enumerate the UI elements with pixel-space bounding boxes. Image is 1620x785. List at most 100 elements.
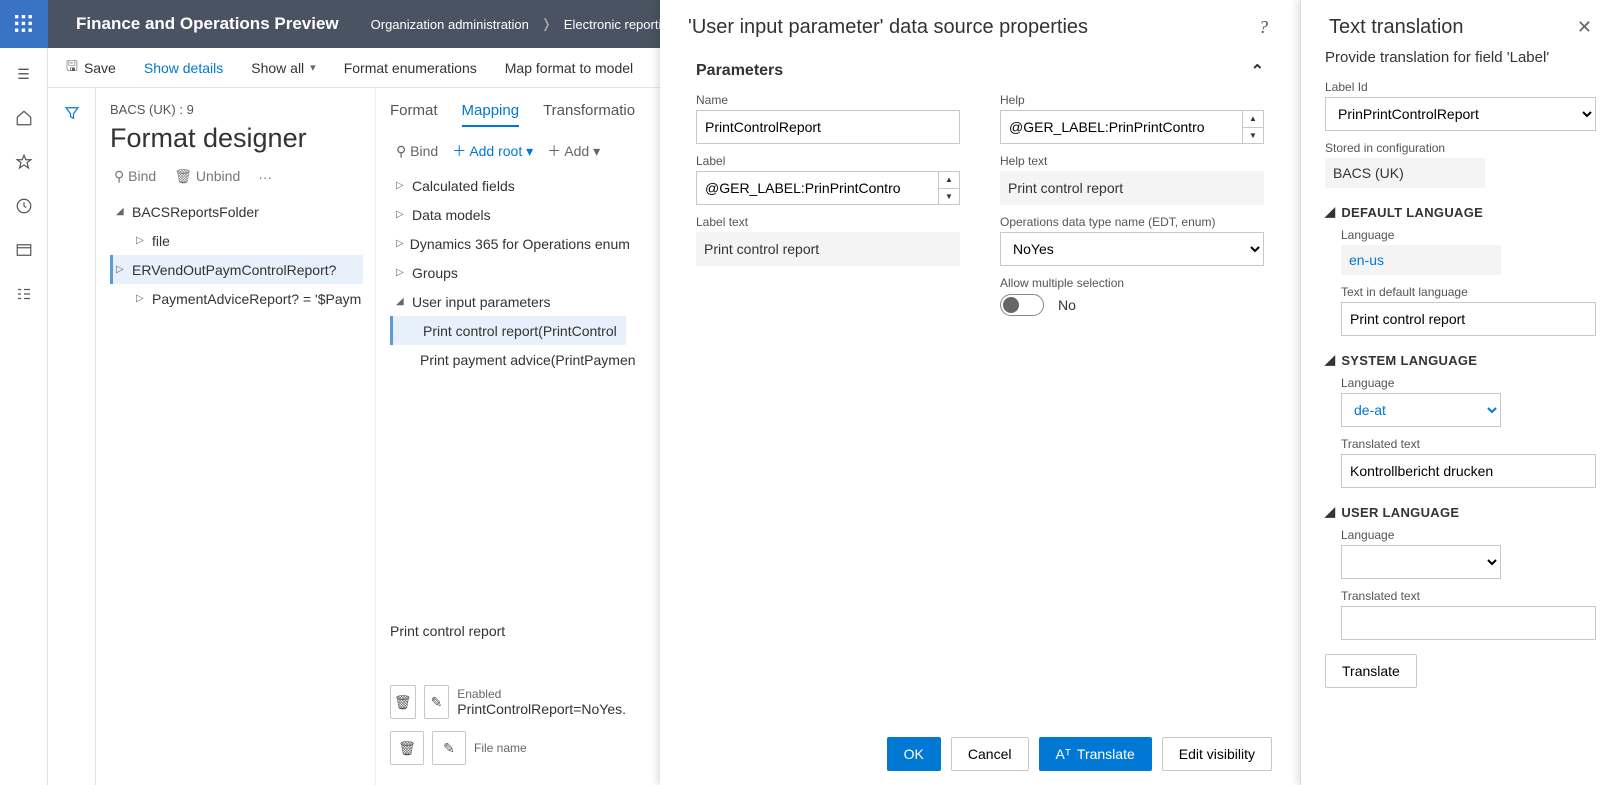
up-icon: ▲ xyxy=(1243,111,1263,128)
tree-node-selected[interactable]: ▷ERVendOutPaymControlReport? xyxy=(110,255,363,284)
user-translated-text-input[interactable] xyxy=(1341,606,1596,640)
panel-title: Text translation xyxy=(1329,16,1464,39)
recent-icon[interactable] xyxy=(14,196,34,216)
translate-button[interactable]: Translate xyxy=(1325,654,1417,688)
tree-node[interactable]: Print payment advice(PrintPaymen xyxy=(390,345,626,374)
helptext-label: Help text xyxy=(1000,154,1264,168)
expand-icon[interactable]: ▷ xyxy=(136,235,146,246)
tree-node[interactable]: ▷Groups xyxy=(390,258,626,287)
label-label: Label xyxy=(696,154,960,168)
tree-node[interactable]: ◢User input parameters xyxy=(390,287,626,316)
workspace-icon[interactable] xyxy=(14,240,34,260)
language-label: Language xyxy=(1341,376,1596,390)
filename-label: File name xyxy=(474,741,527,755)
tree-node[interactable]: ▷PaymentAdviceReport? = '$Paym xyxy=(110,284,363,313)
user-language-select[interactable] xyxy=(1341,545,1501,579)
multi-label: Allow multiple selection xyxy=(1000,276,1264,290)
group-header-default[interactable]: ◢DEFAULT LANGUAGE xyxy=(1325,204,1596,220)
opstype-label: Operations data type name (EDT, enum) xyxy=(1000,215,1264,229)
selection-label: Print control report xyxy=(390,623,626,639)
section-header[interactable]: Parameters ⌃ xyxy=(660,49,1300,93)
expand-icon[interactable]: ▷ xyxy=(136,293,146,304)
collapse-icon[interactable]: ◢ xyxy=(116,206,126,217)
stepper-buttons[interactable]: ▲▼ xyxy=(938,171,960,205)
bind-button[interactable]: ⚲ Bind xyxy=(396,143,438,160)
ok-button[interactable]: OK xyxy=(887,737,941,771)
labeltext-value: Print control report xyxy=(696,232,960,266)
translated-text-label: Translated text xyxy=(1341,437,1596,451)
more-button[interactable]: ··· xyxy=(258,169,272,185)
tab-format[interactable]: Format xyxy=(390,102,438,127)
show-details-button[interactable]: Show details xyxy=(144,60,223,76)
help-input[interactable] xyxy=(1000,110,1242,144)
opstype-select[interactable]: NoYes xyxy=(1000,232,1264,266)
translate-button[interactable]: AᵀTranslate xyxy=(1039,737,1152,771)
add-button[interactable]: ＋ Add ▾ xyxy=(547,141,600,161)
bind-button[interactable]: ⚲ Bind xyxy=(114,168,156,185)
star-icon[interactable] xyxy=(14,152,34,172)
edit-button[interactable]: ✎ xyxy=(424,685,450,719)
data-source-tree: ▷Calculated fields ▷Data models ▷Dynamic… xyxy=(390,171,626,374)
group-header-user[interactable]: ◢USER LANGUAGE xyxy=(1325,504,1596,520)
default-text-input[interactable] xyxy=(1341,302,1596,336)
format-enumerations-button[interactable]: Format enumerations xyxy=(344,60,477,76)
group-header-system[interactable]: ◢SYSTEM LANGUAGE xyxy=(1325,352,1596,368)
enabled-label: Enabled xyxy=(457,687,626,701)
stepper-buttons[interactable]: ▲▼ xyxy=(1242,110,1264,144)
label-input[interactable] xyxy=(696,171,938,205)
expand-icon[interactable]: ▷ xyxy=(396,267,406,278)
tab-transformations[interactable]: Transformations xyxy=(543,102,636,127)
system-language-select[interactable]: de-at xyxy=(1341,393,1501,427)
name-label: Name xyxy=(696,93,960,107)
enabled-value: PrintControlReport=NoYes. xyxy=(457,701,626,717)
expand-icon[interactable]: ▷ xyxy=(396,209,406,220)
page-title: Format designer xyxy=(110,123,363,154)
edit-button[interactable]: ✎ xyxy=(432,731,466,765)
name-input[interactable] xyxy=(696,110,960,144)
delete-button[interactable]: 🗑 xyxy=(390,685,416,719)
modules-icon[interactable] xyxy=(14,284,34,304)
format-tree: ◢BACSReportsFolder ▷file ▷ERVendOutPaymC… xyxy=(110,197,363,313)
labelid-select[interactable]: PrinPrintControlReport xyxy=(1325,97,1596,131)
tree-node[interactable]: ◢BACSReportsFolder xyxy=(110,197,363,226)
edit-visibility-button[interactable]: Edit visibility xyxy=(1162,737,1272,771)
language-label: Language xyxy=(1341,528,1596,542)
left-rail: ☰ xyxy=(0,48,48,785)
close-icon[interactable]: ✕ xyxy=(1577,17,1592,38)
hamburger-icon[interactable]: ☰ xyxy=(14,64,34,84)
help-icon[interactable]: ? xyxy=(1259,17,1272,38)
add-root-button[interactable]: ＋ Add root ▾ xyxy=(452,141,533,161)
filter-icon[interactable] xyxy=(63,104,81,785)
unbind-button[interactable]: 🗑 Unbind xyxy=(174,168,240,185)
default-text-label: Text in default language xyxy=(1341,285,1596,299)
translated-text-input[interactable] xyxy=(1341,454,1596,488)
expand-icon[interactable]: ▷ xyxy=(396,238,404,249)
labelid-label: Label Id xyxy=(1325,80,1596,94)
stored-value: BACS (UK) xyxy=(1325,158,1485,188)
cancel-button[interactable]: Cancel xyxy=(951,737,1029,771)
multi-toggle[interactable] xyxy=(1000,294,1044,316)
chevron-up-icon: ⌃ xyxy=(1251,61,1264,81)
tab-mapping[interactable]: Mapping xyxy=(462,102,520,127)
save-button[interactable]: 🖫Save xyxy=(66,56,116,80)
delete-button[interactable]: 🗑 xyxy=(390,731,424,765)
filter-column xyxy=(48,88,96,785)
tree-node[interactable]: ▷Data models xyxy=(390,200,626,229)
map-format-button[interactable]: Map format to model xyxy=(505,60,633,76)
tree-node[interactable]: ▷Dynamics 365 for Operations enum xyxy=(390,229,626,258)
collapse-icon[interactable]: ◢ xyxy=(396,296,406,307)
expand-icon[interactable]: ▷ xyxy=(116,264,126,275)
multi-value: No xyxy=(1058,297,1076,313)
properties-panel: 'User input parameter' data source prope… xyxy=(660,0,1300,785)
default-language[interactable]: en-us xyxy=(1341,245,1501,275)
app-launcher-icon[interactable] xyxy=(0,0,48,48)
home-icon[interactable] xyxy=(14,108,34,128)
chevron-down-icon: ▾ xyxy=(310,61,316,74)
tree-node-selected[interactable]: Print control report(PrintControl xyxy=(390,316,626,345)
expand-icon[interactable]: ▷ xyxy=(396,180,406,191)
show-all-button[interactable]: Show all▾ xyxy=(251,60,315,76)
tree-node[interactable]: ▷Calculated fields xyxy=(390,171,626,200)
helptext-value: Print control report xyxy=(1000,171,1264,205)
breadcrumb-item[interactable]: Organization administration xyxy=(367,17,533,32)
tree-node[interactable]: ▷file xyxy=(110,226,363,255)
